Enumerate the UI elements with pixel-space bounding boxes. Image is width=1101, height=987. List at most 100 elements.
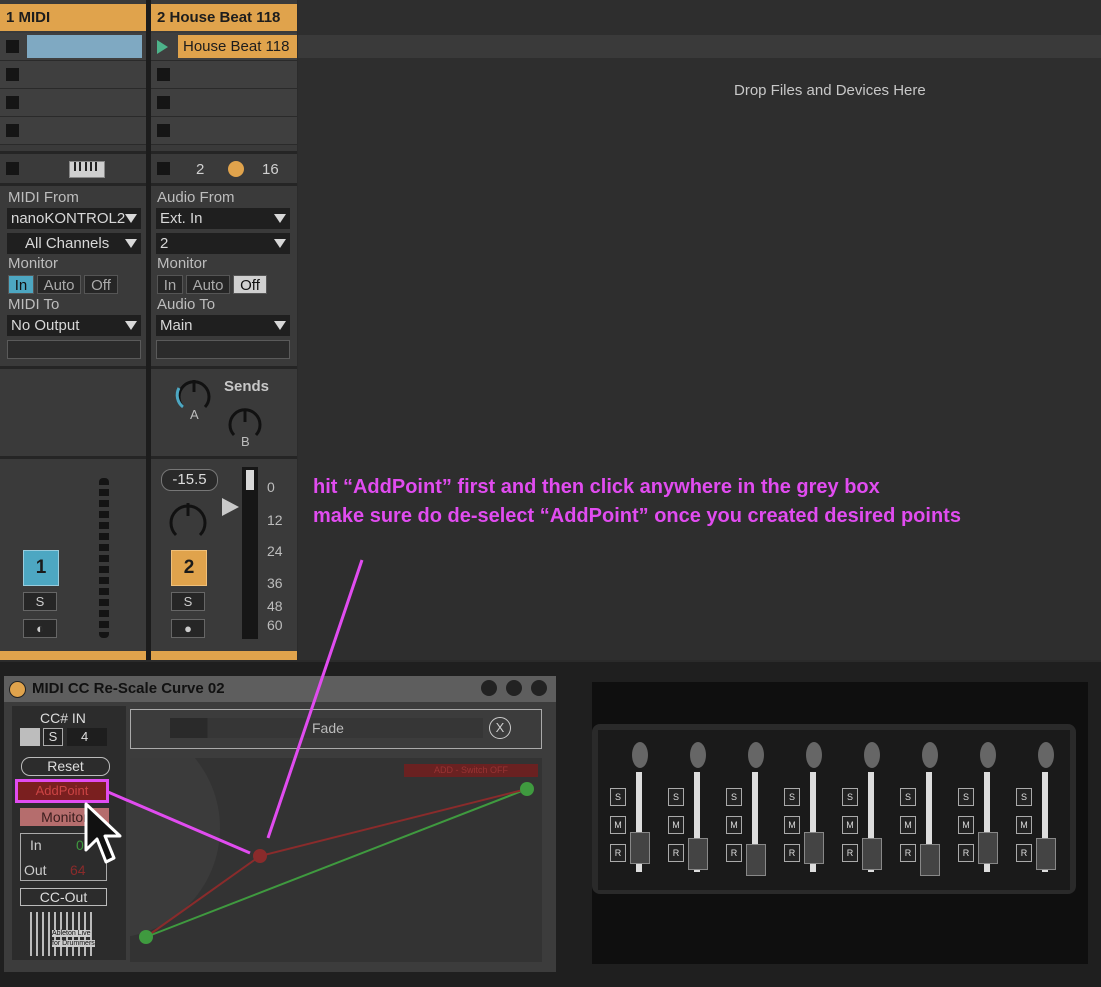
audio-to-select[interactable]: Main [156,315,290,336]
clip-slot[interactable] [151,117,297,145]
knob-icon [980,742,996,768]
divider [0,183,146,186]
cc-out-button[interactable]: CC-Out [20,888,107,906]
cc-input-toggle[interactable] [20,728,40,746]
record-arm-button[interactable]: ◐ [23,619,57,638]
track-1-header[interactable]: 1 MIDI [0,4,146,31]
drop-zone-strip [298,35,1101,58]
audio-to-label: Audio To [157,296,216,313]
clip-slot[interactable] [0,117,146,145]
monitor-in-button[interactable]: In [8,275,34,294]
reset-button[interactable]: Reset [21,757,110,776]
clip-slot[interactable] [151,61,297,89]
fader-cap-icon [688,838,708,870]
monitor-off-button[interactable]: Off [233,275,267,294]
clip-slot[interactable] [151,89,297,117]
pan-knob[interactable] [167,497,209,543]
clip-slot[interactable] [0,89,146,117]
stop-button[interactable] [157,68,170,81]
fader-cap-icon [1036,838,1056,870]
chevron-down-icon [125,214,137,223]
monitor-auto-button[interactable]: Auto [186,275,230,294]
stop-button[interactable] [6,68,19,81]
midi-channel-select[interactable]: All Channels [7,233,141,254]
controller-strip: SMR [660,742,710,882]
curve-point[interactable] [253,849,267,863]
controller-button-s: S [784,788,800,806]
output-channel-box[interactable] [156,340,290,359]
power-icon[interactable] [9,681,26,698]
stop-button[interactable] [157,96,170,109]
stop-button[interactable] [6,40,19,53]
meter-tick: 12 [267,512,283,528]
track-2-footer [151,651,297,660]
fader-cap-icon [746,844,766,876]
record-arm-button[interactable]: ● [171,619,205,638]
curve-point[interactable] [520,782,534,796]
audio-channel-select[interactable]: 2 [156,233,290,254]
output-channel-box[interactable] [7,340,141,359]
controller-button-m: M [726,816,742,834]
save-preset-icon[interactable] [531,680,547,696]
send-a-label: A [190,407,199,422]
chevron-down-icon [125,321,137,330]
logo: Ableton Live for Drummers [30,912,96,956]
audio-from-select[interactable]: Ext. In [156,208,290,229]
volume-slider-triangle[interactable] [222,498,239,516]
bars-value: 16 [262,161,279,178]
clip-slot[interactable] [0,61,146,89]
monitor-in-button[interactable]: In [157,275,183,294]
circle-icon: ● [184,621,192,636]
solo-toggle[interactable]: S [43,728,63,746]
in-label: In [30,837,42,853]
clip-slot[interactable]: House Beat 118 [151,33,297,61]
add-point-button[interactable]: AddPoint [15,779,109,803]
solo-button[interactable]: S [171,592,205,611]
solo-button[interactable]: S [23,592,57,611]
monitor-auto-button[interactable]: Auto [37,275,81,294]
track-2-header[interactable]: 2 House Beat 118 [151,4,297,31]
playing-clip[interactable]: House Beat 118 [178,35,297,58]
logo-line-1: Ableton Live [52,930,91,937]
controller-button-m: M [668,816,684,834]
controller-button-m: M [610,816,626,834]
track-number: 2 [196,161,205,178]
curve-editor[interactable]: ADD - Switch OFF [130,758,542,962]
fader-cap[interactable] [246,470,254,490]
clip[interactable] [27,35,142,58]
clear-icon[interactable]: X [489,717,511,739]
hot-swap-icon[interactable] [506,680,522,696]
stop-button[interactable] [157,124,170,137]
monitor-off-button[interactable]: Off [84,275,118,294]
map-icon[interactable] [481,680,497,696]
clock-icon [228,161,244,177]
volume-display[interactable]: -15.5 [161,469,218,491]
stop-button[interactable] [6,124,19,137]
cc-number-box[interactable]: 4 [67,728,107,746]
fader-cap-icon [862,838,882,870]
send-b-label: B [241,434,250,449]
divider [0,151,146,154]
play-icon[interactable] [157,40,168,54]
level-meter[interactable] [242,467,258,639]
divider [151,183,297,186]
controller-button-r: R [1016,844,1032,862]
clip-slot[interactable] [0,33,146,61]
stop-all-button[interactable] [6,162,19,175]
drop-zone-text: Drop Files and Devices Here [734,82,926,99]
stop-button[interactable] [6,96,19,109]
curve-point[interactable] [139,930,153,944]
track-1-activator[interactable]: 1 [23,550,59,586]
controller-button-m: M [900,816,916,834]
stop-all-button[interactable] [157,162,170,175]
drop-zone[interactable] [298,58,1101,658]
meter-tick: 60 [267,617,283,633]
midi-from-select[interactable]: nanoKONTROL2 [7,208,141,229]
controller-button-m: M [784,816,800,834]
chevron-down-icon [274,214,286,223]
knob-icon [806,742,822,768]
track-2-activator[interactable]: 2 [171,550,207,586]
controller-strip: SMR [834,742,884,882]
sends-label: Sends [224,378,270,395]
midi-to-select[interactable]: No Output [7,315,141,336]
